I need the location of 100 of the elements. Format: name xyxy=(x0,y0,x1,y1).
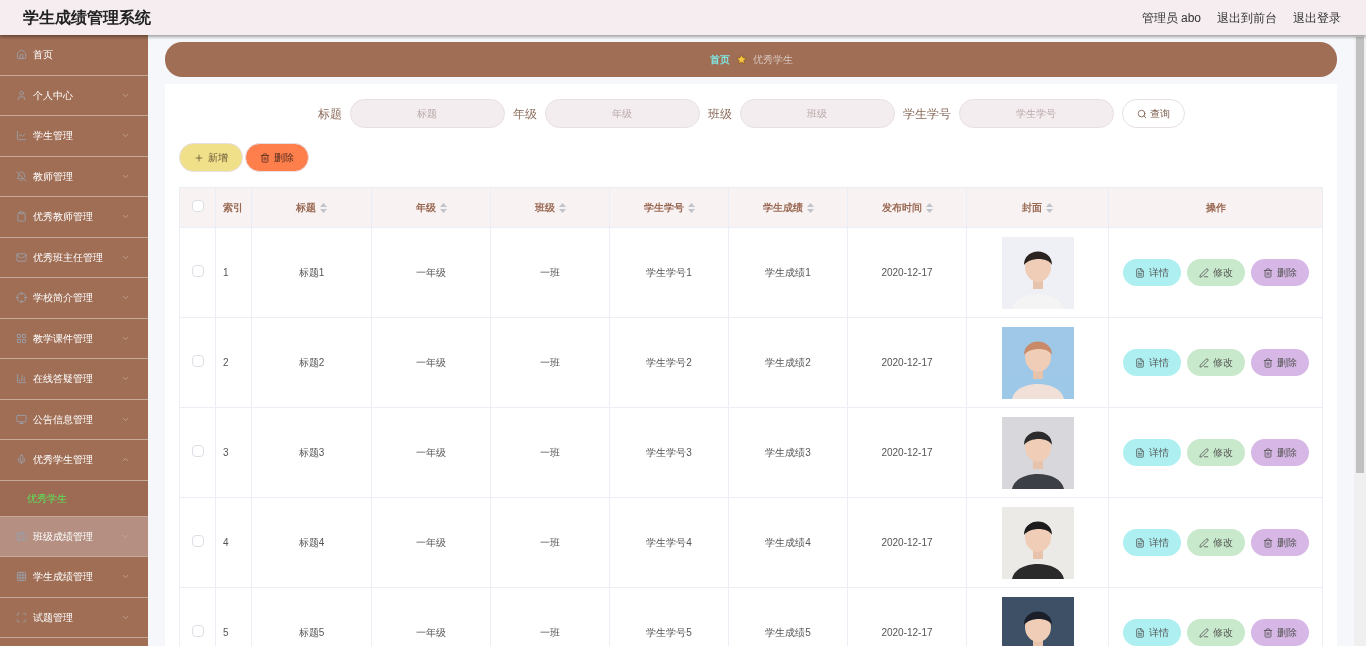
sidebar-item[interactable]: 学生管理 xyxy=(0,116,148,157)
sidebar-item[interactable]: 教学课件管理 xyxy=(0,318,148,359)
sidebar-item[interactable]: 班级成绩管理 xyxy=(0,516,148,557)
scrollbar[interactable] xyxy=(1354,35,1366,646)
table-cell: 一班 xyxy=(490,497,610,588)
microphone-icon xyxy=(16,454,27,466)
table-cell: 2020-12-17 xyxy=(847,317,967,408)
trash-icon xyxy=(1262,267,1273,278)
trash-icon xyxy=(1262,447,1273,458)
sidebar-item[interactable]: 在线答疑管理 xyxy=(0,359,148,400)
edit-button[interactable]: 修改 xyxy=(1186,619,1245,646)
search-field[interactable]: 班级 xyxy=(739,99,895,128)
column-header[interactable]: 学生学号 xyxy=(609,187,729,228)
breadcrumb-item[interactable]: 优秀学生 xyxy=(752,52,793,67)
sidebar-item[interactable]: 公告信息管理 xyxy=(0,399,148,440)
sort-icon[interactable] xyxy=(558,202,566,213)
table-cell: 2 xyxy=(215,317,252,408)
checkbox[interactable] xyxy=(191,534,204,547)
search-field[interactable]: 标题 xyxy=(349,99,505,128)
checkbox[interactable] xyxy=(191,264,204,277)
pen-icon xyxy=(1198,447,1209,458)
field-label: 班级 xyxy=(707,105,732,123)
edit-button[interactable]: 修改 xyxy=(1186,259,1245,286)
mail-icon xyxy=(16,251,27,263)
sidebar-item[interactable]: 学生成绩管理 xyxy=(0,557,148,598)
pen-icon xyxy=(1198,627,1209,638)
user-name: 管理员 abo xyxy=(1141,9,1201,27)
header-link[interactable]: 退出登录 xyxy=(1293,8,1341,27)
checkbox[interactable] xyxy=(191,199,204,212)
detail-button[interactable]: 详情 xyxy=(1122,439,1181,466)
edit-button[interactable]: 修改 xyxy=(1186,529,1245,556)
table-cell: 学生学号3 xyxy=(609,407,729,498)
column-header[interactable]: 标题 xyxy=(251,187,372,228)
column-header[interactable]: 学生成绩 xyxy=(728,187,848,228)
sort-icon[interactable] xyxy=(1046,202,1053,213)
table-cell: 学生成绩2 xyxy=(728,317,848,408)
home-icon xyxy=(16,49,27,61)
search-button[interactable]: 查询 xyxy=(1121,99,1185,128)
column-header[interactable]: 班级 xyxy=(490,187,610,228)
breadcrumb-item[interactable]: 首页 xyxy=(709,52,730,67)
sort-icon[interactable] xyxy=(320,202,327,213)
file-icon xyxy=(1134,447,1145,458)
delete-button[interactable]: 删除 xyxy=(245,143,309,172)
crosshair-icon xyxy=(16,292,27,304)
detail-button[interactable]: 详情 xyxy=(1122,349,1181,376)
detail-button[interactable]: 详情 xyxy=(1122,619,1181,646)
edit-button[interactable]: 修改 xyxy=(1186,439,1245,466)
file-icon xyxy=(1134,267,1145,278)
sort-icon[interactable] xyxy=(925,202,933,213)
pen-icon xyxy=(1198,357,1209,368)
sidebar-item[interactable]: 个人中心 xyxy=(0,75,148,116)
edit-button[interactable]: 修改 xyxy=(1186,349,1245,376)
detail-button[interactable]: 详情 xyxy=(1122,529,1181,556)
column-header[interactable]: 封面 xyxy=(966,187,1109,228)
detail-button[interactable]: 详情 xyxy=(1122,259,1181,286)
sidebar-item[interactable]: 优秀学生管理 xyxy=(0,440,148,481)
column-header[interactable]: 年级 xyxy=(371,187,491,228)
table-cell: 2020-12-17 xyxy=(847,497,967,588)
delete-button[interactable]: 删除 xyxy=(1250,529,1309,556)
search-field[interactable]: 年级 xyxy=(544,99,700,128)
checkbox[interactable] xyxy=(191,354,204,367)
add-button[interactable]: 新增 xyxy=(179,143,243,172)
delete-button[interactable]: 删除 xyxy=(1250,259,1309,286)
table-cell: 学生学号1 xyxy=(609,227,729,318)
field-label: 年级 xyxy=(512,105,537,123)
file-icon xyxy=(1134,627,1145,638)
sidebar-item[interactable]: 优秀教师管理 xyxy=(0,197,148,238)
sidebar-item[interactable]: 试题管理 xyxy=(0,597,148,638)
grid-icon xyxy=(16,332,27,344)
sort-icon[interactable] xyxy=(439,202,447,213)
sidebar-item[interactable]: 学校简介管理 xyxy=(0,278,148,319)
file-icon xyxy=(1134,357,1145,368)
field-label: 标题 xyxy=(317,105,342,123)
trash-icon xyxy=(1262,537,1273,548)
table-cell: 一班 xyxy=(490,407,610,498)
column-header[interactable]: 发布时间 xyxy=(847,187,967,228)
search-field[interactable]: 学生学号 xyxy=(958,99,1114,128)
file-icon xyxy=(1134,537,1145,548)
sort-icon[interactable] xyxy=(806,202,814,213)
table-cell: 学生学号2 xyxy=(609,317,729,408)
sidebar-item[interactable]: 教师管理 xyxy=(0,156,148,197)
table-cell: 4 xyxy=(215,497,252,588)
header-link[interactable]: 退出到前台 xyxy=(1217,8,1277,27)
grid-icon xyxy=(16,571,27,583)
checkbox[interactable] xyxy=(191,624,204,637)
delete-button[interactable]: 删除 xyxy=(1250,619,1309,646)
plus-icon xyxy=(194,152,204,163)
delete-button[interactable]: 删除 xyxy=(1250,439,1309,466)
table-cell: 标题2 xyxy=(251,317,372,408)
delete-button[interactable]: 删除 xyxy=(1250,349,1309,376)
checkbox[interactable] xyxy=(191,444,204,457)
chart-icon xyxy=(16,130,27,142)
sidebar-item[interactable]: 优秀班主任管理 xyxy=(0,237,148,278)
search-icon xyxy=(1136,108,1147,119)
sidebar-item[interactable]: 首页 xyxy=(0,35,148,76)
user-icon xyxy=(16,89,27,101)
field-label: 学生学号 xyxy=(902,105,951,123)
sort-icon[interactable] xyxy=(687,202,695,213)
table-cell: 标题1 xyxy=(251,227,372,318)
table-cell: 学生成绩1 xyxy=(728,227,848,318)
